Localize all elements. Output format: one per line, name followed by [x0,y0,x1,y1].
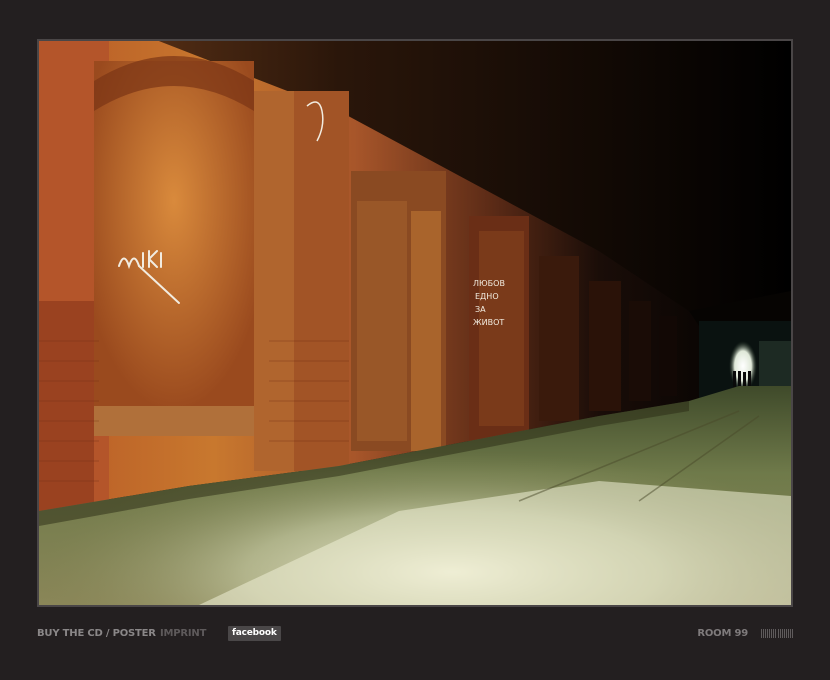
thumbnail-tick[interactable] [775,629,777,638]
graffiti-line-4: ЖИВОТ [473,318,504,327]
imprint-link[interactable]: IMPRINT [160,624,206,644]
thumbnail-tick[interactable] [765,629,767,638]
thumbnail-tick[interactable] [777,629,779,638]
buy-cd-poster-link[interactable]: BUY THE CD / POSTER [37,624,156,644]
thumbnail-strip-icon[interactable] [761,629,793,638]
graffiti-line-1: ЛЮБОВ [473,279,505,288]
thumbnail-tick[interactable] [781,629,783,638]
thumbnail-tick[interactable] [767,629,769,638]
thumbnail-tick[interactable] [787,629,789,638]
thumbnail-tick[interactable] [779,629,781,638]
footer: BUY THE CD / POSTER IMPRINT facebook ROO… [37,624,793,644]
photo-frame: ЛЮБОВ ЕДНО ЗА ЖИВОТ [37,39,793,607]
facebook-button[interactable]: facebook [228,626,281,641]
thumbnail-tick[interactable] [773,629,775,638]
page: ЛЮБОВ ЕДНО ЗА ЖИВОТ BUY THE CD / POSTER … [0,0,830,680]
thumbnail-tick[interactable] [783,629,785,638]
graffiti-line-2: ЕДНО [475,292,499,301]
room-label: ROOM 99 [697,628,748,639]
thumbnail-tick[interactable] [761,629,762,638]
thumbnail-tick[interactable] [771,629,773,638]
corridor-photo[interactable]: ЛЮБОВ ЕДНО ЗА ЖИВОТ [39,41,791,605]
thumbnail-tick[interactable] [791,629,793,638]
thumbnail-tick[interactable] [789,629,791,638]
graffiti-line-3: ЗА [475,305,486,314]
thumbnail-tick[interactable] [769,629,771,638]
thumbnail-tick[interactable] [785,629,787,638]
thumbnail-tick[interactable] [763,629,765,638]
